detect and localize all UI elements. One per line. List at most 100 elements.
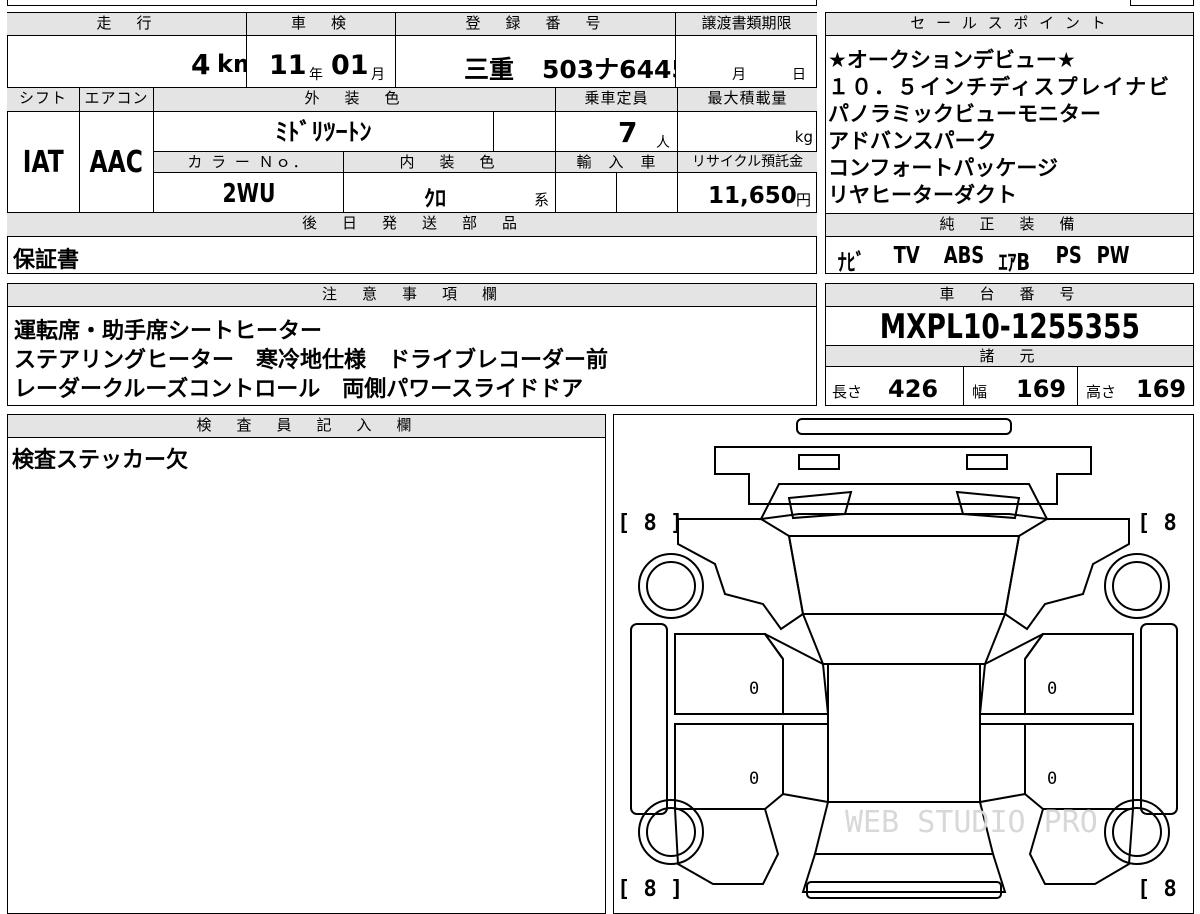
max-load-cell: kg	[678, 112, 817, 152]
sales-point-item: リヤヒーターダクト	[828, 183, 1017, 207]
equipment-list: ﾅﾋﾞ TV ABS ｴｱB PS PW	[826, 238, 1193, 274]
headlight-right[interactable]	[966, 454, 1008, 470]
door-rear-left[interactable]	[674, 723, 784, 810]
front-bumper-strip[interactable]	[796, 418, 1012, 435]
inspection-cell: 11 年 01 月	[247, 36, 396, 88]
side-sill-left[interactable]	[630, 623, 668, 815]
equipment-item: PS	[1055, 243, 1082, 269]
inspection-year: 11	[269, 50, 307, 81]
registration-cell: 三重 503ナ6445	[396, 36, 676, 88]
spec-length-value: 426	[888, 375, 939, 403]
side-window-rear-right[interactable]	[979, 723, 1026, 804]
recycle-deposit-cell: 11,650 円	[678, 173, 817, 213]
top-cutoff-strip-right	[1130, 0, 1194, 6]
roof-front[interactable]	[801, 613, 1007, 665]
mileage-value: 4	[191, 48, 211, 81]
equipment-item: ﾅﾋﾞ	[837, 250, 865, 274]
interior-color-suffix: 系	[534, 191, 550, 209]
tire-front-left[interactable]	[638, 553, 704, 619]
rear-bumper[interactable]	[806, 881, 1002, 899]
hood[interactable]	[759, 483, 1049, 521]
registration-number: 503ナ6445	[542, 55, 676, 84]
spec-width-cell: 幅 169	[964, 367, 1078, 406]
transfer-month-unit: 月	[732, 67, 746, 83]
tire-rear-left[interactable]	[638, 799, 704, 865]
windshield[interactable]	[787, 535, 1021, 615]
import-header: 輸 入 車	[556, 152, 678, 173]
spec-height-value: 169	[1136, 375, 1187, 403]
transfer-deadline-header: 譲渡書類期限	[676, 13, 817, 36]
later-parts-header: 後 日 発 送 部 品	[7, 213, 817, 237]
capacity-cell: 7 人	[556, 112, 678, 152]
door-front-left-score: 0	[749, 679, 759, 699]
capacity-value: 7	[618, 116, 638, 149]
side-window-front-left[interactable]	[764, 633, 830, 715]
side-window-rear-left[interactable]	[782, 723, 829, 804]
color-number-header: カ ラ ー Ｎｏ．	[154, 152, 344, 173]
max-load-unit: kg	[794, 128, 813, 146]
chassis-header: 車 台 番 号	[826, 284, 1193, 307]
inspector-panel	[7, 414, 606, 914]
color-number-value: 2WU	[222, 179, 275, 209]
sales-point-item: コンフォートパッケージ	[828, 156, 1058, 180]
equipment-item: TV	[893, 243, 920, 269]
door-rear-left-score: 0	[749, 769, 759, 789]
notes-line: 運転席・助手席シートヒーター	[14, 319, 323, 344]
door-rear-right[interactable]	[1024, 723, 1134, 810]
door-rear-right-score: 0	[1047, 769, 1057, 789]
front-fender-right[interactable]	[1003, 518, 1130, 631]
tire-front-left-label: [ 8 ]	[617, 511, 683, 536]
specs-header: 諸 元	[826, 345, 1193, 367]
notes-line: レーダークルーズコントロール 両側パワースライドドア	[14, 377, 584, 402]
chassis-cell: MXPL10-1255355	[826, 307, 1193, 345]
inspection-month-unit: 月	[371, 67, 385, 83]
side-window-front-right[interactable]	[978, 633, 1044, 715]
transfer-deadline-cell: 月 日	[676, 36, 817, 88]
tire-rear-right-label: [ 8 ]	[1137, 877, 1194, 902]
later-parts-cell: 保証書	[7, 237, 817, 274]
tire-front-right[interactable]	[1104, 553, 1170, 619]
aircon-value: AAC	[89, 145, 144, 180]
equipment-item: ｴｱB	[998, 250, 1031, 274]
equipment-header: 純 正 装 備	[826, 213, 1193, 237]
tailgate[interactable]	[801, 853, 1007, 893]
shift-header: シフト	[7, 88, 80, 112]
shift-value: IAT	[22, 145, 64, 180]
equipment-item: ABS	[943, 243, 985, 269]
recycle-deposit-header: リサイクル預託金	[678, 152, 817, 173]
chassis-number: MXPL10-1255355	[879, 307, 1140, 345]
recycle-deposit-unit: 円	[796, 191, 812, 209]
spec-height-cell: 高さ 169	[1078, 367, 1193, 406]
inspection-year-unit: 年	[309, 67, 323, 83]
sales-point-item: ★オークションデビュー★	[828, 48, 1076, 72]
tire-rear-right[interactable]	[1104, 799, 1170, 865]
side-sill-right[interactable]	[1140, 623, 1178, 815]
capacity-unit: 人	[656, 135, 670, 151]
inspection-header: 車 検	[247, 13, 396, 36]
car-body-diagram: WEB STUDIO PRO [ 8 ] [ 8 ] [ 8 ] [ 8 ] 0…	[617, 418, 1194, 902]
equipment-item: PW	[1096, 243, 1130, 269]
spec-width-value: 169	[1016, 375, 1067, 403]
front-fender-left[interactable]	[677, 518, 805, 631]
spec-width-label: 幅	[972, 383, 988, 401]
inspection-month: 01	[331, 50, 369, 81]
notes-header: 注 意 事 項 欄	[8, 284, 816, 307]
headlight-left[interactable]	[798, 454, 840, 470]
door-front-right[interactable]	[1024, 633, 1134, 715]
door-front-right-score: 0	[1047, 679, 1057, 699]
exterior-color-extra	[494, 112, 556, 152]
aircon-cell: AAC	[80, 112, 154, 213]
registration-prefecture: 三重	[464, 55, 515, 84]
sales-point-item: パノラミックビューモニター	[828, 102, 1101, 126]
interior-color-value: ｸﾛ	[424, 187, 447, 212]
tire-front-right-label: [ 8 ]	[1137, 511, 1194, 536]
roof[interactable]	[827, 663, 981, 803]
interior-color-header: 内 装 色	[344, 152, 556, 173]
notes-line: ステアリングヒーター 寒冷地仕様 ドライブレコーダー前	[14, 348, 609, 373]
door-front-left[interactable]	[674, 633, 784, 715]
inspector-note: 検査ステッカー欠	[12, 448, 189, 473]
color-number-cell: 2WU	[154, 173, 344, 213]
later-parts-value: 保証書	[13, 248, 80, 273]
sales-points-list: ★オークションデビュー★ １０．５インチディスプレイナビ パノラミックビューモニ…	[826, 40, 1193, 212]
top-cutoff-strip	[7, 0, 817, 6]
